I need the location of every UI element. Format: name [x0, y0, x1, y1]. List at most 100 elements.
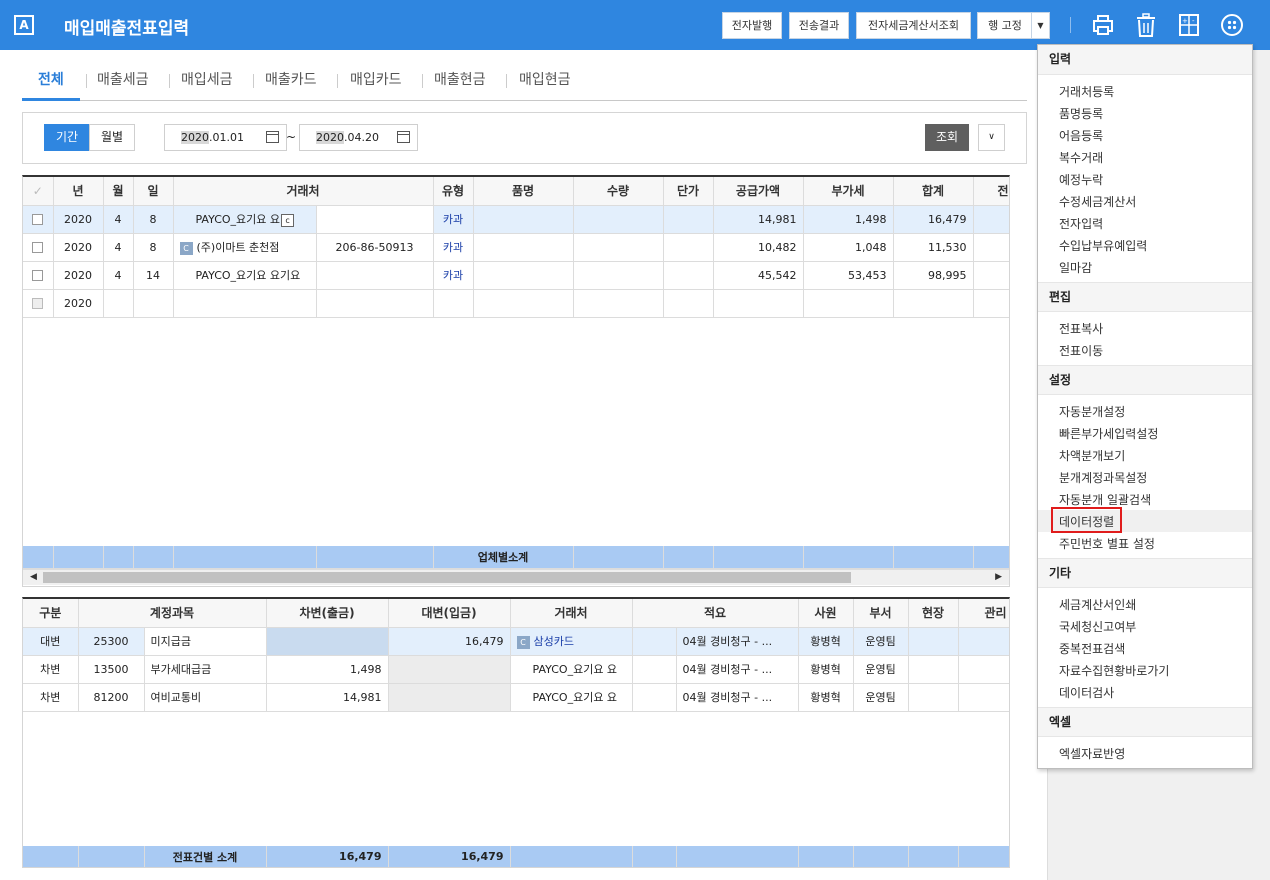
cell-memo[interactable]: 04월 경비청구 - ...: [676, 627, 799, 656]
cell-manage[interactable]: [958, 655, 1009, 684]
cell-supply[interactable]: 45,542: [713, 261, 804, 290]
cell-type[interactable]: 카과: [433, 205, 474, 234]
scroll-right-arrow[interactable]: ▶: [995, 572, 1002, 582]
table-row[interactable]: 2020 4 8 PAYCO_요기요 요c 카과 14,981 1,498 16…: [23, 205, 1009, 234]
cell-site[interactable]: [908, 683, 959, 712]
menu-item-daily-close[interactable]: 일마감: [1059, 259, 1092, 276]
menu-item-import-deferral[interactable]: 수입납부유예입력: [1059, 237, 1147, 254]
cell-employee[interactable]: 황병혁: [798, 627, 854, 656]
cell-credit[interactable]: [388, 655, 511, 684]
cell-memo[interactable]: 04월 경비청구 - ...: [676, 655, 799, 684]
cell-qty[interactable]: [573, 233, 664, 262]
cell-vendor[interactable]: [173, 289, 317, 318]
row-fix-button[interactable]: 행 고정: [977, 12, 1032, 39]
menu-item-multi-transaction[interactable]: 복수거래: [1059, 149, 1103, 166]
cell-item[interactable]: [473, 205, 574, 234]
cell-employee[interactable]: 황병혁: [798, 683, 854, 712]
menu-item-print-invoice[interactable]: 세금계산서인쇄: [1059, 596, 1136, 613]
tab-sales-tax[interactable]: 매출세금: [97, 69, 149, 89]
menu-item-move-voucher[interactable]: 전표이동: [1059, 342, 1103, 359]
cell-total[interactable]: [893, 289, 974, 318]
row-fix-dropdown-button[interactable]: ▼: [1031, 12, 1050, 39]
cell-vendor-code[interactable]: [316, 261, 434, 290]
menu-item-data-check[interactable]: 데이터검사: [1059, 684, 1114, 701]
cell-type[interactable]: 카과: [433, 261, 474, 290]
cell-total[interactable]: 98,995: [893, 261, 974, 290]
menu-grid-icon[interactable]: [1219, 12, 1245, 38]
cell-manage[interactable]: [958, 683, 1009, 712]
cell-unit-price[interactable]: [663, 205, 714, 234]
menu-item-e-input[interactable]: 전자입력: [1059, 215, 1103, 232]
cell-total[interactable]: 16,479: [893, 205, 974, 234]
table-row[interactable]: 2020: [23, 289, 1009, 318]
cell-site[interactable]: [908, 627, 959, 656]
cell-month[interactable]: 4: [103, 261, 134, 290]
cell-supply[interactable]: [713, 289, 804, 318]
send-result-button[interactable]: 전송결과: [789, 12, 849, 39]
print-icon[interactable]: [1090, 12, 1116, 38]
cell-day[interactable]: 8: [133, 233, 174, 262]
cell-e[interactable]: [973, 233, 1009, 262]
monthly-toggle[interactable]: 월별: [89, 124, 135, 151]
cell-month[interactable]: [103, 289, 134, 318]
cell-vat[interactable]: 53,453: [803, 261, 894, 290]
tab-purchase-tax[interactable]: 매입세금: [181, 69, 233, 89]
e-issue-button[interactable]: 전자발행: [722, 12, 782, 39]
journal-row[interactable]: 대변 25300 미지급금 16,479 C 삼성카드 04월 경비청구 - ..…: [23, 627, 1009, 656]
row-checkbox[interactable]: [23, 289, 54, 318]
scroll-thumb[interactable]: [43, 572, 851, 583]
tab-sales-card[interactable]: 매출카드: [265, 69, 317, 89]
date-to-field[interactable]: 2020.04.20: [299, 124, 418, 151]
cell-item[interactable]: [473, 261, 574, 290]
cell-unit-price[interactable]: [663, 233, 714, 262]
cell-vendor[interactable]: PAYCO_요기요 요c: [173, 205, 317, 234]
cell-vat[interactable]: 1,048: [803, 233, 894, 262]
cell-item[interactable]: [473, 289, 574, 318]
menu-item-note-register[interactable]: 어음등록: [1059, 127, 1103, 144]
e-tax-query-button[interactable]: 전자세금계산서조회: [856, 12, 971, 39]
menu-item-item-register[interactable]: 품명등록: [1059, 105, 1103, 122]
cell-vat[interactable]: 1,498: [803, 205, 894, 234]
cell-memo-code[interactable]: [632, 627, 677, 656]
horizontal-scrollbar[interactable]: ◀ ▶: [23, 569, 1009, 585]
cell-credit[interactable]: 16,479: [388, 627, 511, 656]
menu-item-diff-journal[interactable]: 차액분개보기: [1059, 447, 1125, 464]
calendar-icon[interactable]: [397, 131, 410, 143]
menu-item-nts-report[interactable]: 국세청신고여부: [1059, 618, 1136, 635]
cell-year[interactable]: 2020: [53, 289, 104, 318]
row-checkbox[interactable]: [23, 261, 54, 290]
cell-memo[interactable]: 04월 경비청구 - ...: [676, 683, 799, 712]
cell-total[interactable]: 11,530: [893, 233, 974, 262]
tab-sales-cash[interactable]: 매출현금: [434, 69, 486, 89]
lookup-icon[interactable]: c: [281, 213, 295, 227]
calendar-icon[interactable]: [266, 131, 279, 143]
cell-qty[interactable]: [573, 261, 664, 290]
cell-credit[interactable]: [388, 683, 511, 712]
date-from-field[interactable]: 2020.01.01: [164, 124, 287, 151]
menu-item-journal-account[interactable]: 분개계정과목설정: [1059, 469, 1147, 486]
cell-account-code[interactable]: 13500: [78, 655, 145, 684]
cell-month[interactable]: 4: [103, 205, 134, 234]
cell-vendor[interactable]: PAYCO_요기요 요: [510, 683, 633, 712]
menu-item-quick-vat[interactable]: 빠른부가세입력설정: [1059, 425, 1158, 442]
tab-purchase-card[interactable]: 매입카드: [350, 69, 402, 89]
cell-vendor[interactable]: PAYCO_요기요 요: [510, 655, 633, 684]
menu-item-amended-invoice[interactable]: 수정세금계산서: [1059, 193, 1136, 210]
journal-row[interactable]: 차변 81200 여비교통비 14,981 PAYCO_요기요 요 04월 경비…: [23, 683, 1009, 712]
cell-account-code[interactable]: 81200: [78, 683, 145, 712]
cell-supply[interactable]: 10,482: [713, 233, 804, 262]
expand-filter-button[interactable]: ∨: [978, 124, 1005, 151]
cell-item[interactable]: [473, 233, 574, 262]
row-checkbox[interactable]: [23, 233, 54, 262]
table-row[interactable]: 2020 4 8 C (주)이마트 춘천점 206-86-50913 카과 10,…: [23, 233, 1009, 262]
trash-icon[interactable]: [1133, 12, 1159, 38]
cell-day[interactable]: 8: [133, 205, 174, 234]
menu-item-copy-voucher[interactable]: 전표복사: [1059, 320, 1103, 337]
cell-vendor-code[interactable]: 206-86-50913: [316, 233, 434, 262]
cell-unit-price[interactable]: [663, 261, 714, 290]
cell-type[interactable]: 카과: [433, 233, 474, 262]
cell-year[interactable]: 2020: [53, 261, 104, 290]
cell-employee[interactable]: 황병혁: [798, 655, 854, 684]
cell-debit[interactable]: 1,498: [266, 655, 389, 684]
cell-year[interactable]: 2020: [53, 233, 104, 262]
